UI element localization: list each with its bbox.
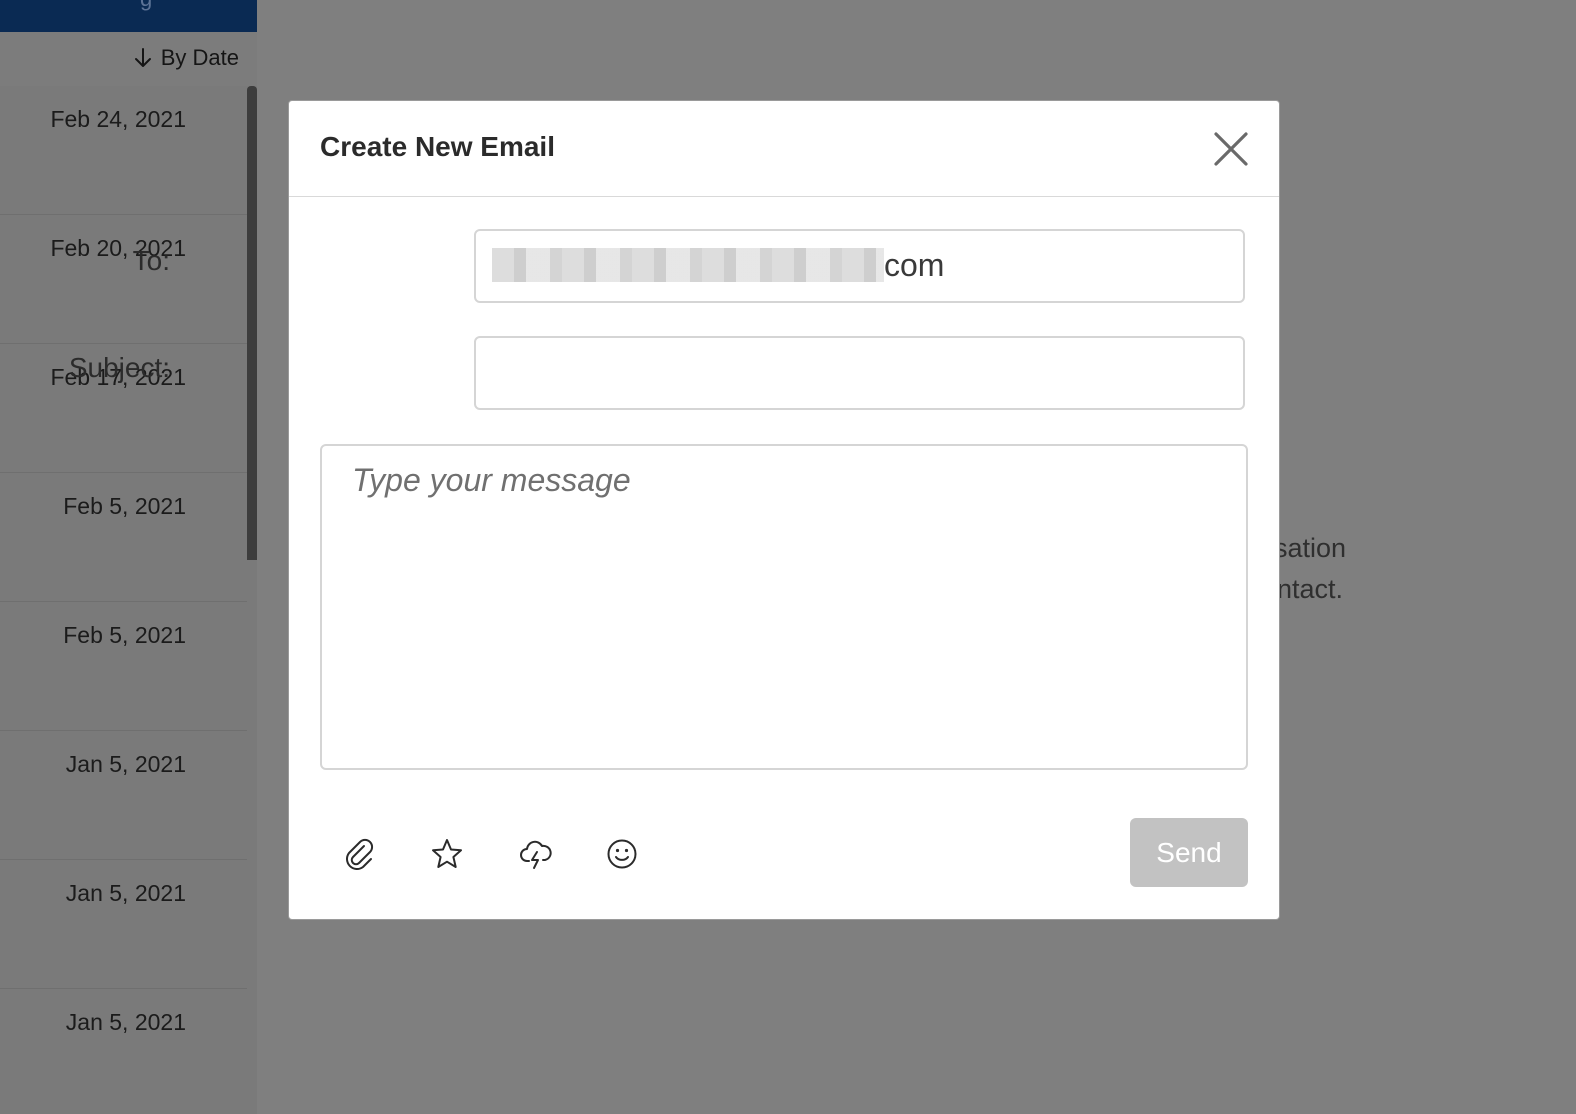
list-item[interactable]: Feb 5, 2021 [0, 473, 247, 602]
attach-button[interactable] [337, 832, 381, 876]
to-label: To: [132, 245, 170, 276]
list-item-date: Feb 5, 2021 [63, 622, 186, 648]
list-item[interactable]: Feb 24, 2021 [0, 86, 247, 215]
close-button[interactable] [1211, 129, 1251, 169]
paperclip-icon [346, 838, 374, 870]
list-item-date: Jan 5, 2021 [65, 880, 186, 906]
sidebar-header: g [0, 0, 257, 32]
sort-label: By Date [160, 45, 239, 70]
list-item[interactable]: Feb 20, 2021 [0, 215, 247, 344]
list-item[interactable]: Jan 5, 2021 [0, 860, 247, 989]
to-value-suffix: com [884, 246, 945, 283]
smiley-icon [607, 839, 637, 869]
modal-title: Create New Email [320, 131, 555, 162]
list-item[interactable]: Jan 5, 2021 [0, 989, 247, 1114]
subject-field[interactable] [474, 336, 1245, 410]
list-item-date: Jan 5, 2021 [65, 751, 186, 777]
list-item-date: Feb 5, 2021 [63, 493, 186, 519]
message-placeholder: Type your message [352, 462, 631, 498]
to-value: com [492, 245, 944, 285]
sidebar-header-text: g [140, 0, 152, 12]
send-button[interactable]: Send [1130, 818, 1248, 887]
subject-label: Subject: [68, 352, 170, 383]
sort-by-date-button[interactable]: By Date [133, 45, 239, 71]
star-icon [432, 839, 462, 868]
cloud-lightning-icon [520, 840, 552, 869]
arrow-down-icon [134, 48, 151, 67]
sidebar-scrollbar-thumb[interactable] [247, 86, 257, 560]
list-item[interactable]: Feb 5, 2021 [0, 602, 247, 731]
conversation-list: Feb 24, 2021 Feb 20, 2021 Feb 17, 2021 F… [0, 86, 247, 1114]
quick-reply-button[interactable] [514, 832, 558, 876]
to-field[interactable]: com [474, 229, 1245, 303]
list-item-date: Feb 24, 2021 [50, 106, 186, 132]
list-item[interactable]: Jan 5, 2021 [0, 731, 247, 860]
conversation-sidebar: g By Date Feb 24, 2021 Feb 20, 2021 Feb … [0, 0, 257, 1114]
list-item-date: Jan 5, 2021 [65, 1009, 186, 1035]
emoji-button[interactable] [600, 832, 644, 876]
favorite-button[interactable] [425, 832, 469, 876]
modal-header: Create New Email [289, 101, 1279, 197]
sort-bar: By Date [0, 32, 257, 86]
close-icon [1214, 132, 1248, 166]
redacted-address [492, 248, 884, 282]
message-textarea[interactable]: Type your message [320, 444, 1248, 770]
